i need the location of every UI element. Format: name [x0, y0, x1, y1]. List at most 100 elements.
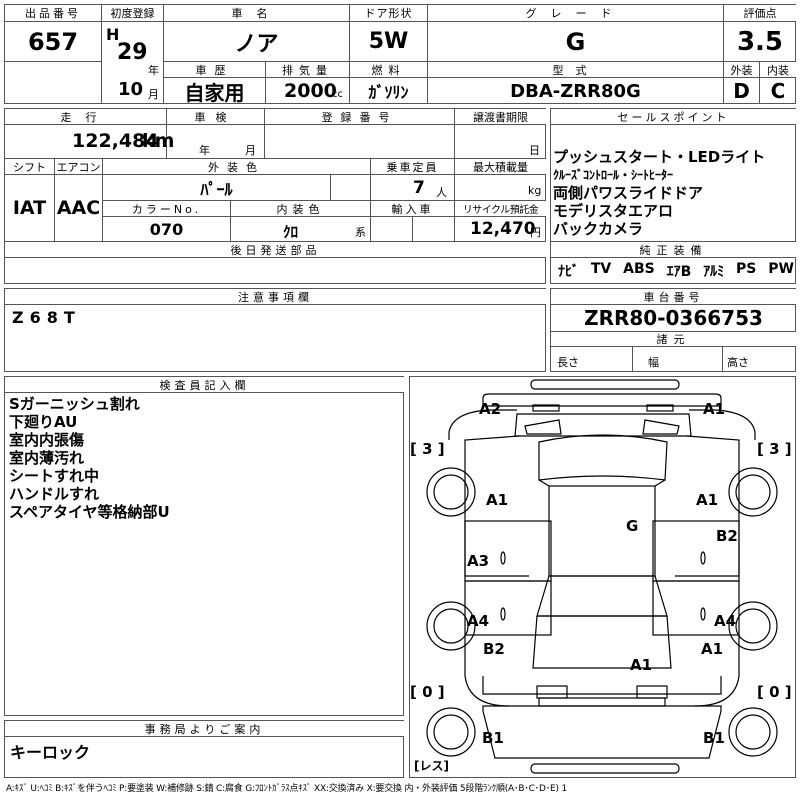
mark-rear-glass: A1: [630, 656, 653, 674]
capacity: 7: [413, 178, 425, 198]
mark-front-bumper-left: A2: [479, 400, 502, 418]
grade-header: グレード: [428, 5, 723, 21]
length-label: 長さ: [557, 356, 579, 369]
mileage-header: 走行: [5, 109, 166, 124]
fuel-header: 燃料: [350, 62, 427, 77]
interior-header: 内装: [760, 62, 796, 77]
inspector-note-7: スペアタイヤ等格納部U: [9, 503, 170, 521]
inspector-note-5: シートすれ中: [9, 467, 100, 485]
sales-point-1: プッシュスタート・LEDライト: [553, 148, 766, 166]
equipment-navi: ﾅﾋﾞ: [558, 264, 579, 280]
inspector-note-3: 室内内張傷: [9, 431, 85, 449]
inspector-note-1: Sガーニッシュ割れ: [9, 395, 140, 413]
lot-number-header: 出品番号: [5, 5, 101, 21]
recycle-header: リサイクル預託金: [455, 201, 546, 216]
equipment-pw: PW: [768, 261, 794, 277]
equipment-ps: PS: [736, 261, 757, 277]
equipment-tv: TV: [590, 261, 612, 277]
lot-number: 657: [27, 27, 79, 56]
sales-point-2: ｸﾙｰｽﾞｺﾝﾄﾛｰﾙ・ｼｰﾄﾋｰﾀｰ: [553, 168, 674, 182]
mark-rear-bumper-right: B1: [703, 729, 725, 747]
tire-front-left: [ 3 ]: [410, 440, 445, 458]
spare-tire: [レス]: [414, 759, 449, 773]
sales-point-3: 両側パワスライドドア: [553, 184, 704, 202]
tire-front-right: [ 3 ]: [757, 440, 792, 458]
model-code: DBA-ZRR80G: [510, 80, 641, 102]
car-name: ノア: [234, 31, 279, 57]
chassis-header: 車台番号: [551, 289, 796, 304]
height-label: 高さ: [727, 356, 749, 369]
import-header: 輸入車: [371, 201, 454, 216]
mark-left-rear-door: A4: [467, 612, 490, 630]
chassis-number: ZRR80-0366753: [584, 306, 763, 330]
capacity-header: 乗車定員: [371, 159, 454, 174]
interior-color: ｸﾛ: [283, 223, 299, 241]
inspection-header: 車検: [167, 109, 264, 124]
displacement-unit: cc: [332, 89, 343, 100]
fuel: ｶﾞｿﾘﾝ: [368, 83, 409, 102]
inspector-note-4: 室内薄汚れ: [9, 449, 85, 467]
month-unit: 月: [148, 88, 159, 101]
aircon-header: エアコン: [55, 159, 102, 174]
score-header: 評価点: [724, 5, 796, 21]
interior-color-unit: 系: [355, 226, 366, 239]
mark-right-quarter: A1: [701, 640, 724, 658]
car-name-header: 車名: [164, 5, 349, 21]
exterior-score: D: [733, 79, 750, 103]
inspector-header: 検査員記入欄: [5, 377, 404, 392]
year-unit: 年: [148, 64, 159, 77]
max-load-unit: kg: [528, 184, 542, 197]
mark-front-bumper-right: A1: [703, 400, 726, 418]
equipment-abs: ABS: [623, 261, 655, 277]
exterior-color: ﾊﾟｰﾙ: [200, 179, 233, 199]
damage-legend: A:ｷｽﾞ U:ﾍｺﾐ B:ｷｽﾞを伴うﾍｺﾐ P:要塗装 W:補修跡 S:錆 …: [6, 784, 567, 794]
exterior-color-header: 外装色: [103, 159, 370, 174]
inspection-year-unit: 年: [199, 144, 210, 157]
equipment-header: 純正装備: [551, 242, 796, 257]
model-header: 型式: [428, 62, 723, 77]
car-diagram: [426, 379, 778, 774]
mark-rear-bumper-left: B1: [482, 729, 504, 747]
width-label: 幅: [648, 356, 659, 369]
mark-right-rear-door: A4: [714, 612, 737, 630]
inspector-note-6: ハンドルすれ: [9, 485, 100, 503]
inspector-notes: Sガーニッシュ割れ 下廻りAU 室内内張傷 室内薄汚れ シートすれ中 ハンドルす…: [9, 395, 170, 521]
mark-windshield: G: [626, 517, 639, 535]
sales-points-list: プッシュスタート・LEDライト ｸﾙｰｽﾞｺﾝﾄﾛｰﾙ・ｼｰﾄﾋｰﾀｰ 両側パワ…: [553, 148, 765, 238]
registration-year: 29: [117, 40, 148, 65]
door-header: ドア形状: [350, 5, 427, 21]
history-header: 車歴: [164, 62, 265, 77]
office-note: キーロック: [10, 743, 91, 762]
door-type: 5W: [368, 29, 409, 54]
max-load-header: 最大積載量: [455, 159, 546, 174]
mark-front-fender-right: A1: [696, 491, 719, 509]
mark-front-fender-left: A1: [486, 491, 509, 509]
aircon: AAC: [56, 197, 101, 219]
transfer-deadline-header: 譲渡書期限: [455, 109, 546, 124]
registration-month: 10: [118, 79, 144, 100]
interior-color-header: 内装色: [231, 201, 370, 216]
tire-rear-left: [ 0 ]: [410, 683, 445, 701]
later-parts-header: 後日発送部品: [5, 242, 546, 257]
displacement: 2000: [284, 80, 337, 102]
notes-header: 注意事項欄: [5, 289, 546, 304]
inspector-note-2: 下廻りAU: [9, 413, 78, 431]
mark-left-front-door: A3: [467, 552, 490, 570]
interior-score: C: [770, 79, 786, 103]
office-header: 事務局よりご案内: [5, 721, 404, 736]
registration-number-header: 登録番号: [265, 109, 454, 124]
capacity-unit: 人: [436, 186, 447, 199]
notes-text: Z68T: [12, 308, 81, 327]
inspection-month-unit: 月: [245, 144, 256, 157]
specs-header: 諸元: [551, 332, 796, 346]
displacement-header: 排気量: [266, 62, 349, 77]
shift-header: シフト: [5, 159, 54, 174]
score: 3.5: [736, 26, 784, 57]
mark-right-front-door: B2: [716, 527, 738, 545]
color-number-header: カラーNo.: [103, 201, 230, 216]
equipment-list: ﾅﾋﾞ TV ABS ｴｱB ｱﾙﾐ PS PW: [558, 261, 794, 281]
exterior-header: 外装: [724, 62, 759, 77]
first-registration-header: 初度登録: [102, 5, 163, 21]
transfer-day-unit: 日: [529, 144, 540, 157]
mark-left-quarter: B2: [483, 640, 505, 658]
